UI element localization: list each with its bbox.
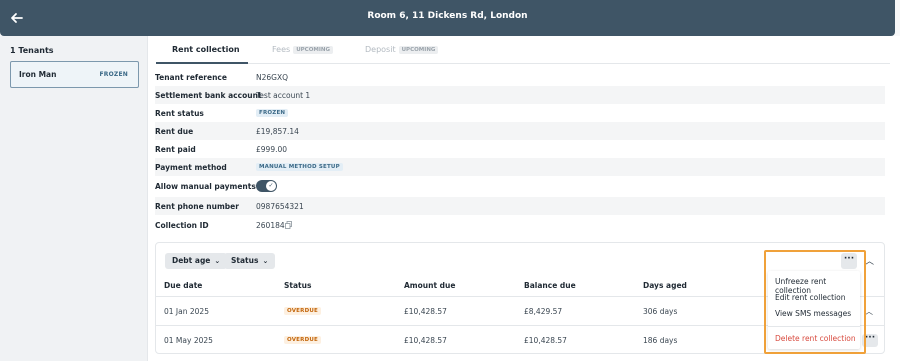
chevron-down-icon: ⌄ bbox=[262, 257, 269, 265]
menu-item-view-sms[interactable]: View SMS messages bbox=[775, 309, 851, 318]
detail-value: £19,857.14 bbox=[256, 127, 299, 136]
copy-icon[interactable] bbox=[285, 221, 292, 229]
detail-row-rent-status: Rent status FROZEN bbox=[155, 104, 885, 122]
active-tab-indicator bbox=[156, 62, 248, 64]
detail-row-rent-due: Rent due £19,857.14 bbox=[155, 122, 885, 140]
column-header: Status bbox=[284, 281, 312, 290]
detail-label: Rent due bbox=[155, 127, 194, 136]
tab-label: Rent collection bbox=[172, 45, 240, 54]
check-icon: ✓ bbox=[266, 181, 276, 191]
column-header: Balance due bbox=[524, 281, 576, 290]
menu-more-button[interactable]: ··· bbox=[841, 254, 857, 269]
days-aged-cell: 306 days bbox=[643, 307, 678, 316]
menu-item-edit[interactable]: Edit rent collection bbox=[775, 293, 846, 302]
tab-deposit[interactable]: Deposit UPCOMING bbox=[365, 45, 439, 54]
detail-value: 260184 bbox=[256, 221, 285, 230]
detail-label: Allow manual payments bbox=[155, 182, 256, 191]
upcoming-badge: UPCOMING bbox=[293, 46, 334, 54]
tab-fees[interactable]: Fees UPCOMING bbox=[272, 45, 334, 54]
status-filter[interactable]: Status ⌄ bbox=[224, 253, 276, 269]
tab-rent-collection[interactable]: Rent collection bbox=[172, 45, 240, 54]
column-header: Amount due bbox=[404, 281, 456, 290]
filter-label: Status bbox=[231, 256, 259, 265]
column-header: Due date bbox=[164, 281, 203, 290]
due-date-cell: 01 May 2025 bbox=[164, 336, 213, 345]
balance-due-cell: £10,428.57 bbox=[524, 336, 567, 345]
detail-value: Test account 1 bbox=[256, 91, 311, 100]
detail-label: Rent phone number bbox=[155, 202, 239, 211]
detail-value: 0987654321 bbox=[256, 202, 304, 211]
detail-label: Rent paid bbox=[155, 145, 196, 154]
detail-row-allow-manual: Allow manual payments ✓ bbox=[155, 177, 885, 195]
overdue-badge: OVERDUE bbox=[284, 336, 321, 344]
tenant-name: Iron Man bbox=[19, 70, 57, 79]
overdue-badge: OVERDUE bbox=[284, 307, 321, 315]
column-header: Days aged bbox=[643, 281, 687, 290]
detail-label: Collection ID bbox=[155, 221, 209, 230]
debt-age-filter[interactable]: Debt age ⌄ bbox=[165, 253, 228, 269]
tenant-status-badge: FROZEN bbox=[99, 71, 128, 78]
tenant-count: 1 Tenants bbox=[10, 46, 54, 55]
amount-due-cell: £10,428.57 bbox=[404, 307, 447, 316]
tenant-card[interactable]: Iron Man FROZEN bbox=[10, 61, 139, 88]
detail-row-payment-method: Payment method MANUAL METHOD SETUP bbox=[155, 158, 885, 176]
due-date-cell: 01 Jan 2025 bbox=[164, 307, 209, 316]
allow-manual-payments-toggle[interactable]: ✓ bbox=[256, 180, 277, 192]
rent-status-badge: FROZEN bbox=[256, 109, 289, 117]
top-bar: Room 6, 11 Dickens Rd, London bbox=[0, 0, 895, 36]
detail-label: Tenant reference bbox=[155, 73, 227, 82]
filter-label: Debt age bbox=[172, 256, 211, 265]
payment-method-badge: MANUAL METHOD SETUP bbox=[256, 163, 343, 171]
detail-label: Payment method bbox=[155, 163, 227, 172]
chevron-up-icon[interactable]: ︿ bbox=[865, 254, 874, 267]
balance-due-cell: £8,429.57 bbox=[524, 307, 563, 316]
detail-label: Settlement bank account bbox=[155, 91, 262, 100]
tab-bar: Rent collection Fees UPCOMING Deposit UPCO… bbox=[156, 36, 890, 64]
menu-item-delete[interactable]: Delete rent collection bbox=[775, 334, 856, 343]
detail-label: Rent status bbox=[155, 109, 204, 118]
detail-row-collection-id: Collection ID 260184 bbox=[155, 216, 885, 234]
tenant-sidebar: 1 Tenants Iron Man FROZEN bbox=[0, 36, 148, 361]
amount-due-cell: £10,428.57 bbox=[404, 336, 447, 345]
actions-menu: Unfreeze rent collection Edit rent colle… bbox=[768, 271, 860, 349]
detail-value: £999.00 bbox=[256, 145, 288, 154]
chevron-down-icon: ⌄ bbox=[214, 257, 221, 265]
detail-value: N26GXQ bbox=[256, 73, 289, 82]
detail-row-settlement-account: Settlement bank account Test account 1 bbox=[155, 86, 885, 104]
tab-label: Deposit bbox=[365, 45, 396, 54]
days-aged-cell: 186 days bbox=[643, 336, 678, 345]
chevron-up-icon[interactable]: ︿ bbox=[865, 306, 873, 317]
detail-row-rent-paid: Rent paid £999.00 bbox=[155, 140, 885, 158]
upcoming-badge: UPCOMING bbox=[398, 46, 439, 54]
tab-label: Fees bbox=[272, 45, 291, 54]
menu-divider bbox=[768, 326, 860, 327]
detail-row-tenant-reference: Tenant reference N26GXQ bbox=[155, 68, 885, 86]
detail-row-rent-phone: Rent phone number 0987654321 bbox=[155, 197, 885, 215]
page-title: Room 6, 11 Dickens Rd, London bbox=[367, 11, 528, 21]
